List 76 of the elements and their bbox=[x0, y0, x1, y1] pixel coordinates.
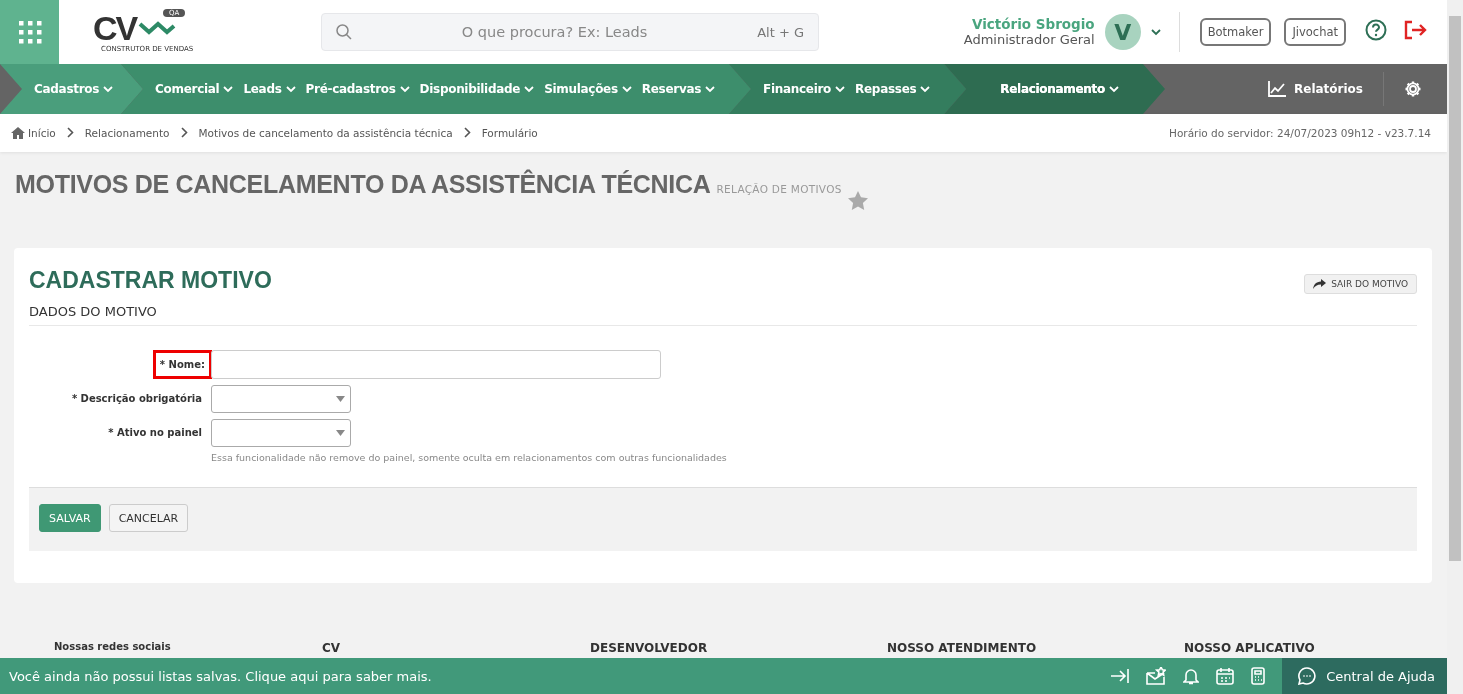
breadcrumb-link[interactable]: Formulário bbox=[481, 127, 538, 139]
star-icon[interactable] bbox=[847, 190, 868, 210]
logout-icon[interactable] bbox=[1403, 20, 1427, 40]
menu-tab[interactable]: Comercial bbox=[155, 82, 234, 96]
help-icon[interactable] bbox=[1365, 19, 1387, 41]
server-time: Horário do servidor: 24/07/2023 09h12 - v23.7.14 bbox=[1169, 127, 1431, 139]
caret-down-icon bbox=[336, 429, 345, 436]
chevron-right-icon bbox=[66, 126, 74, 138]
chevron-down-icon bbox=[705, 85, 716, 93]
footer-heading: NOSSO APLICATIVO bbox=[1184, 641, 1316, 655]
integration-button[interactable]: Botmaker bbox=[1199, 18, 1272, 46]
menu-tab[interactable]: Disponibilidade bbox=[419, 82, 535, 96]
footer-heading: Nossas redes sociais bbox=[54, 641, 172, 654]
search-icon bbox=[336, 24, 352, 40]
chevron-down-icon bbox=[524, 85, 535, 93]
menu-tab[interactable]: Simulações bbox=[544, 82, 632, 96]
chevron-down-icon bbox=[285, 85, 296, 93]
chevron-down-icon bbox=[835, 85, 846, 93]
caret-down-icon bbox=[336, 395, 345, 402]
text-input[interactable] bbox=[211, 350, 661, 379]
help-center-button[interactable]: Central de Ajuda bbox=[1282, 658, 1447, 694]
help-text: Essa funcionalidade não remove do painel, somente oculta em relacionamentos com outras funcionalidades bbox=[211, 452, 728, 463]
home-icon bbox=[11, 127, 25, 139]
form-title: CADASTRAR MOTIVO bbox=[29, 266, 272, 294]
menu-tab[interactable]: Financeiro bbox=[763, 82, 846, 96]
chart-icon bbox=[1268, 81, 1286, 97]
chevron-down-icon bbox=[1109, 85, 1119, 93]
logo-mark: CV bbox=[93, 11, 137, 45]
user-name: Victório Sbrogio bbox=[970, 16, 1095, 32]
saved-lists-message[interactable]: Você ainda não possui listas salvas. Clique aqui para saber mais. bbox=[0, 668, 1112, 684]
arrow-to-bar-icon[interactable] bbox=[1111, 669, 1130, 683]
exit-button[interactable]: SAIR DO MOTIVO bbox=[1304, 274, 1417, 294]
bell-icon[interactable] bbox=[1183, 667, 1200, 685]
menu-tab[interactable]: Cadastros bbox=[34, 82, 114, 96]
chevron-down-icon bbox=[621, 85, 632, 93]
chat-icon bbox=[1298, 667, 1317, 685]
page-subtitle: RELAÇÃO DE MOTIVOS bbox=[716, 183, 842, 195]
save-button[interactable]: SALVAR bbox=[39, 504, 101, 532]
chevron-right-icon bbox=[180, 126, 188, 138]
chevron-down-icon bbox=[223, 85, 234, 93]
select-field[interactable] bbox=[211, 418, 351, 447]
calendar-icon[interactable] bbox=[1216, 667, 1235, 685]
shortcut-hint: Alt + G bbox=[757, 24, 804, 40]
breadcrumb-link[interactable]: Início bbox=[28, 127, 56, 139]
menu-tab[interactable]: Pré-cadastros bbox=[305, 82, 410, 96]
search-placeholder: O que procura? Ex: Leads bbox=[460, 24, 649, 40]
calculator-icon[interactable] bbox=[1251, 667, 1266, 685]
page-title: MOTIVOS DE CANCELAMENTO DA ASSISTÊNCIA TÉCNICA bbox=[15, 170, 711, 199]
breadcrumb-link[interactable]: Motivos de cancelamento da assistência técnica bbox=[198, 127, 453, 139]
integration-button[interactable]: Jivochat bbox=[1284, 18, 1346, 46]
field-label: * Descrição obrigatória bbox=[70, 392, 203, 406]
chevron-down-icon bbox=[920, 85, 931, 93]
footer-heading: DESENVOLVEDOR bbox=[590, 641, 709, 655]
breadcrumb-link[interactable]: Relacionamento bbox=[84, 127, 170, 139]
user-role: Administrador Geral bbox=[963, 32, 1095, 48]
reports-link[interactable]: Relatórios bbox=[1248, 64, 1383, 114]
chevron-right-icon bbox=[463, 126, 471, 138]
share-arrow-icon bbox=[1313, 279, 1327, 289]
search-field[interactable]: O que procura? Ex: Leads Alt + G bbox=[321, 13, 819, 51]
chevron-down-icon bbox=[1150, 28, 1161, 36]
menu-tab[interactable]: Relacionamento bbox=[1000, 82, 1119, 96]
menu-tab[interactable]: Leads bbox=[243, 82, 296, 96]
apps-grid-icon[interactable] bbox=[17, 20, 42, 44]
user-avatar[interactable]: V bbox=[1104, 14, 1141, 50]
field-label: * Ativo no painel bbox=[107, 426, 203, 440]
chevron-down-icon bbox=[103, 85, 114, 93]
footer-heading: CV bbox=[322, 641, 342, 655]
chevron-down-icon bbox=[399, 85, 410, 93]
menu-tab[interactable]: Reservas bbox=[641, 82, 716, 96]
section-heading: DADOS DO MOTIVO bbox=[29, 294, 1417, 326]
footer-heading: NOSSO ATENDIMENTO bbox=[887, 641, 1038, 655]
cancel-button[interactable]: CANCELAR bbox=[108, 504, 189, 532]
menu-tab[interactable]: Repasses bbox=[855, 82, 931, 96]
mail-star-icon[interactable] bbox=[1146, 667, 1167, 685]
select-field[interactable] bbox=[211, 384, 351, 413]
settings-icon[interactable] bbox=[1404, 80, 1422, 98]
